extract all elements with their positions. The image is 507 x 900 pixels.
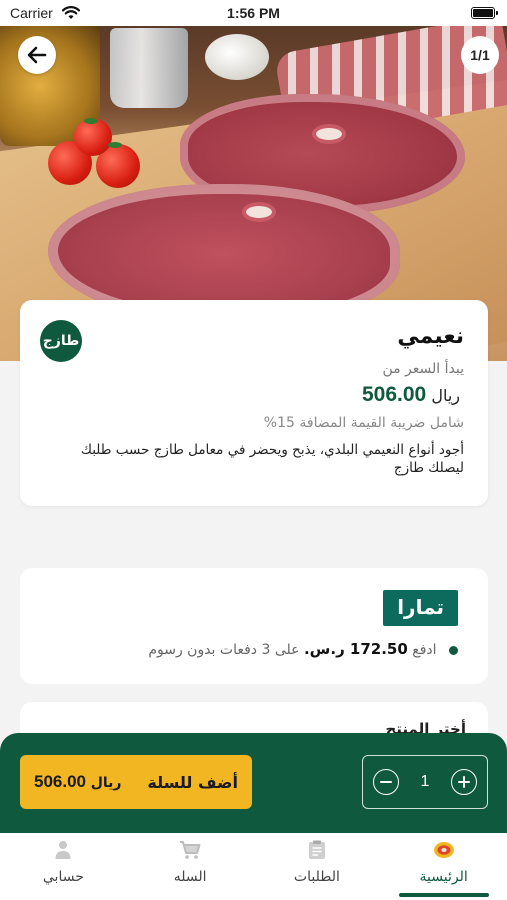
nav-item-account[interactable]: حسابي <box>0 833 127 900</box>
vat-note: شامل ضريبة القيمة المضافة 15% <box>263 415 464 431</box>
price-currency: ريال <box>431 386 460 405</box>
price-value: 506.00 <box>361 383 427 406</box>
product-description: أجود أنواع النعيمي البلدي، يذبح ويحضر في… <box>80 442 464 477</box>
cart-total-price: 506.00 ريال <box>34 772 121 792</box>
add-to-cart-button[interactable]: أضف للسلة 506.00 ريال <box>20 755 252 809</box>
tamara-installment-card[interactable]: تمارا ادفع 172.50 ر.س. على 3 دفعات بدون … <box>20 568 488 684</box>
brand-logo-text: طازج <box>42 333 80 349</box>
cart-price-currency: ريال <box>90 775 122 791</box>
orders-clipboard-icon <box>306 839 328 861</box>
status-bar: Carrier 1:56 PM <box>0 0 507 26</box>
nav-item-orders[interactable]: الطلبات <box>254 833 381 900</box>
price-from-label: يبدأ السعر من <box>382 361 464 377</box>
cart-icon <box>179 839 201 861</box>
nav-item-cart[interactable]: السله <box>127 833 254 900</box>
product-name: نعيمي <box>397 324 464 349</box>
tamara-logo: تمارا <box>383 590 458 626</box>
nav-label-cart: السله <box>173 869 207 885</box>
quantity-value: 1 <box>420 773 430 790</box>
price-row: ريال 506.00 <box>44 383 464 407</box>
nav-label-home: الرئيسية <box>419 869 468 885</box>
cart-price-value: 506.00 <box>34 772 86 791</box>
home-logo-icon <box>433 839 455 861</box>
add-to-cart-bar: أضف للسلة 506.00 ريال 1 <box>0 733 507 833</box>
add-to-cart-label: أضف للسلة <box>147 772 238 792</box>
tamara-pay-suffix: على 3 دفعات بدون رسوم <box>148 642 300 658</box>
tamara-installment-text: ادفع 172.50 ر.س. على 3 دفعات بدون رسوم <box>50 640 458 658</box>
nav-item-home[interactable]: الرئيسية <box>380 833 507 900</box>
active-tab-indicator <box>398 893 489 897</box>
decrease-quantity-button[interactable] <box>373 769 399 795</box>
brand-logo: طازج <box>40 320 82 362</box>
increase-quantity-button[interactable] <box>451 769 477 795</box>
user-icon <box>52 839 74 861</box>
bullet-icon <box>449 645 458 655</box>
image-pager-badge: 1/1 <box>461 36 499 74</box>
clock-time: 1:56 PM <box>227 5 280 21</box>
tamara-amount: 172.50 ر.س. <box>303 640 408 658</box>
product-info-card: طازج نعيمي يبدأ السعر من ريال 506.00 شام… <box>20 300 488 506</box>
back-button[interactable] <box>18 36 56 74</box>
bottom-navigation: الرئيسية الطلبات السله حسابي <box>0 833 507 900</box>
nav-label-orders: الطلبات <box>293 869 340 885</box>
arrow-left-icon <box>27 46 47 64</box>
nav-label-account: حسابي <box>42 869 84 885</box>
battery-icon <box>471 7 498 19</box>
minus-icon <box>380 781 392 783</box>
quantity-stepper: 1 <box>362 755 488 809</box>
tamara-pay-prefix: ادفع <box>412 642 437 658</box>
plus-icon <box>458 776 470 788</box>
